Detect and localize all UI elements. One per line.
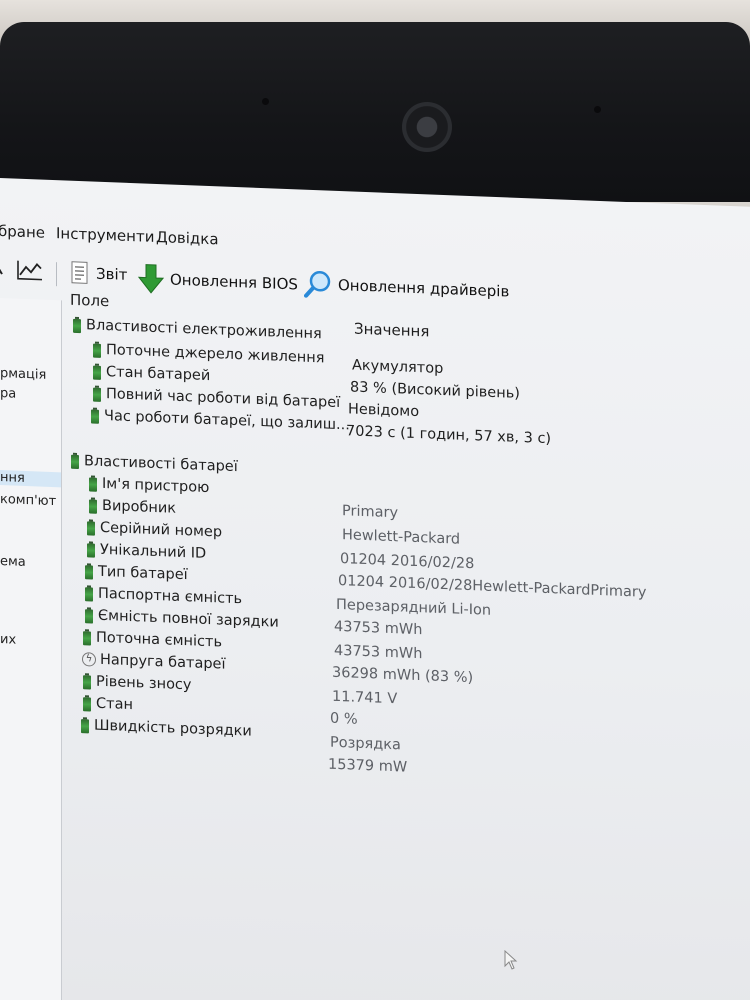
row-value: 43753 mWh <box>334 618 423 639</box>
application-window: бране Інструменти Довідка Звіт Оновлення… <box>0 178 750 1000</box>
battery-icon <box>84 607 94 623</box>
row-value: 01204 2016/02/28 <box>340 551 475 573</box>
partial-icon <box>0 263 3 275</box>
laptop-bezel <box>0 22 750 202</box>
report-icon <box>71 261 88 284</box>
row-value: 15379 mW <box>328 756 408 776</box>
battery-icon <box>92 342 102 358</box>
row-value: 11.741 V <box>332 688 398 708</box>
section-label: Властивості батареї <box>84 453 238 476</box>
column-header-field[interactable]: Поле <box>70 291 109 319</box>
row-value: 36298 mWh (83 %) <box>332 664 474 687</box>
row-field: Серійний номер <box>100 519 223 541</box>
row-value: 0 % <box>330 710 358 728</box>
download-arrow-icon <box>138 264 164 294</box>
row-field: Тип батареї <box>98 563 188 584</box>
row-value: Перезарядний Li-Ion <box>336 596 492 619</box>
row-field: Напруга батареї <box>100 651 226 673</box>
report-label: Звіт <box>96 264 128 284</box>
row-value: Розрядка <box>330 734 401 754</box>
battery-icon <box>92 364 102 380</box>
battery-icon <box>82 695 92 711</box>
row-value: 83 % (Високий рівень) <box>350 379 520 402</box>
battery-icon <box>86 519 96 535</box>
row-field: Поточне джерело живлення <box>106 342 325 367</box>
row-field: Рівень зносу <box>96 673 192 694</box>
chart-icon <box>17 260 42 281</box>
row-value: Невідомо <box>348 401 420 421</box>
row-field: Ємність повної зарядки <box>98 607 279 631</box>
nav-item[interactable]: комп'ют <box>0 492 56 509</box>
menu-item-tools[interactable]: Інструменти <box>56 224 154 246</box>
nav-item-selected[interactable]: ння <box>0 470 62 488</box>
nav-item[interactable]: рмація <box>0 366 46 383</box>
menu-item-help[interactable]: Довідка <box>156 228 219 248</box>
row-value: 7023 с (1 годин, 57 хв, 3 с) <box>346 423 552 448</box>
magnifier-icon <box>304 271 331 298</box>
row-field: Поточна ємність <box>96 629 223 651</box>
battery-icon <box>82 629 92 645</box>
row-value: Акумулятор <box>352 357 444 378</box>
battery-icon <box>84 585 94 601</box>
row-field: Час роботи батареї, що залиш... <box>104 407 350 434</box>
nav-item[interactable]: ра <box>0 386 16 402</box>
battery-icon <box>72 317 82 333</box>
lightning-icon: ϟ <box>82 652 96 667</box>
report-button[interactable]: Звіт <box>70 261 127 287</box>
battery-icon <box>80 717 90 733</box>
toolbar-partial-button[interactable] <box>0 258 6 278</box>
properties-grid: Поле Значення Властивості електроживленн… <box>62 290 750 1000</box>
battery-icon <box>92 386 102 402</box>
nav-item[interactable]: ема <box>0 554 26 570</box>
row-field: Повний час роботи від батареї <box>106 386 341 412</box>
row-field: Унікальний ID <box>100 541 207 562</box>
bezel-sensor <box>262 98 269 105</box>
battery-icon <box>88 475 98 491</box>
battery-icon <box>88 497 98 513</box>
battery-icon <box>84 563 94 579</box>
battery-icon <box>86 541 96 557</box>
section-label: Властивості електроживлення <box>86 317 322 343</box>
row-field: Паспортна ємність <box>98 585 243 608</box>
row-value: Primary <box>342 503 399 522</box>
row-field: Стан батарей <box>106 364 211 385</box>
battery-icon <box>82 673 92 689</box>
menu-item-favorites[interactable]: бране <box>0 222 45 242</box>
row-field: Ім'я пристрою <box>102 475 210 497</box>
row-field: Стан <box>96 695 133 714</box>
row-value: 43753 mWh <box>334 642 423 663</box>
webcam <box>402 102 452 152</box>
column-header-value[interactable]: Значення <box>354 320 429 349</box>
navigation-tree: рмація ра ння комп'ют ема их <box>0 298 62 1000</box>
battery-icon <box>70 453 80 469</box>
row-field: Швидкість розрядки <box>94 717 252 740</box>
row-value: Hewlett-Packard <box>342 527 461 548</box>
mouse-cursor-icon <box>504 950 518 970</box>
nav-item[interactable]: их <box>0 632 16 648</box>
driver-update-label: Оновлення драйверів <box>338 275 510 301</box>
battery-icon <box>90 407 100 423</box>
bios-update-label: Оновлення BIOS <box>170 270 298 294</box>
toolbar-separator <box>56 262 57 287</box>
row-field: Виробник <box>102 497 177 517</box>
bezel-sensor <box>594 106 601 113</box>
benchmark-button[interactable] <box>16 259 44 282</box>
row-value: 01204 2016/02/28Hewlett-PackardPrimary <box>338 572 647 601</box>
